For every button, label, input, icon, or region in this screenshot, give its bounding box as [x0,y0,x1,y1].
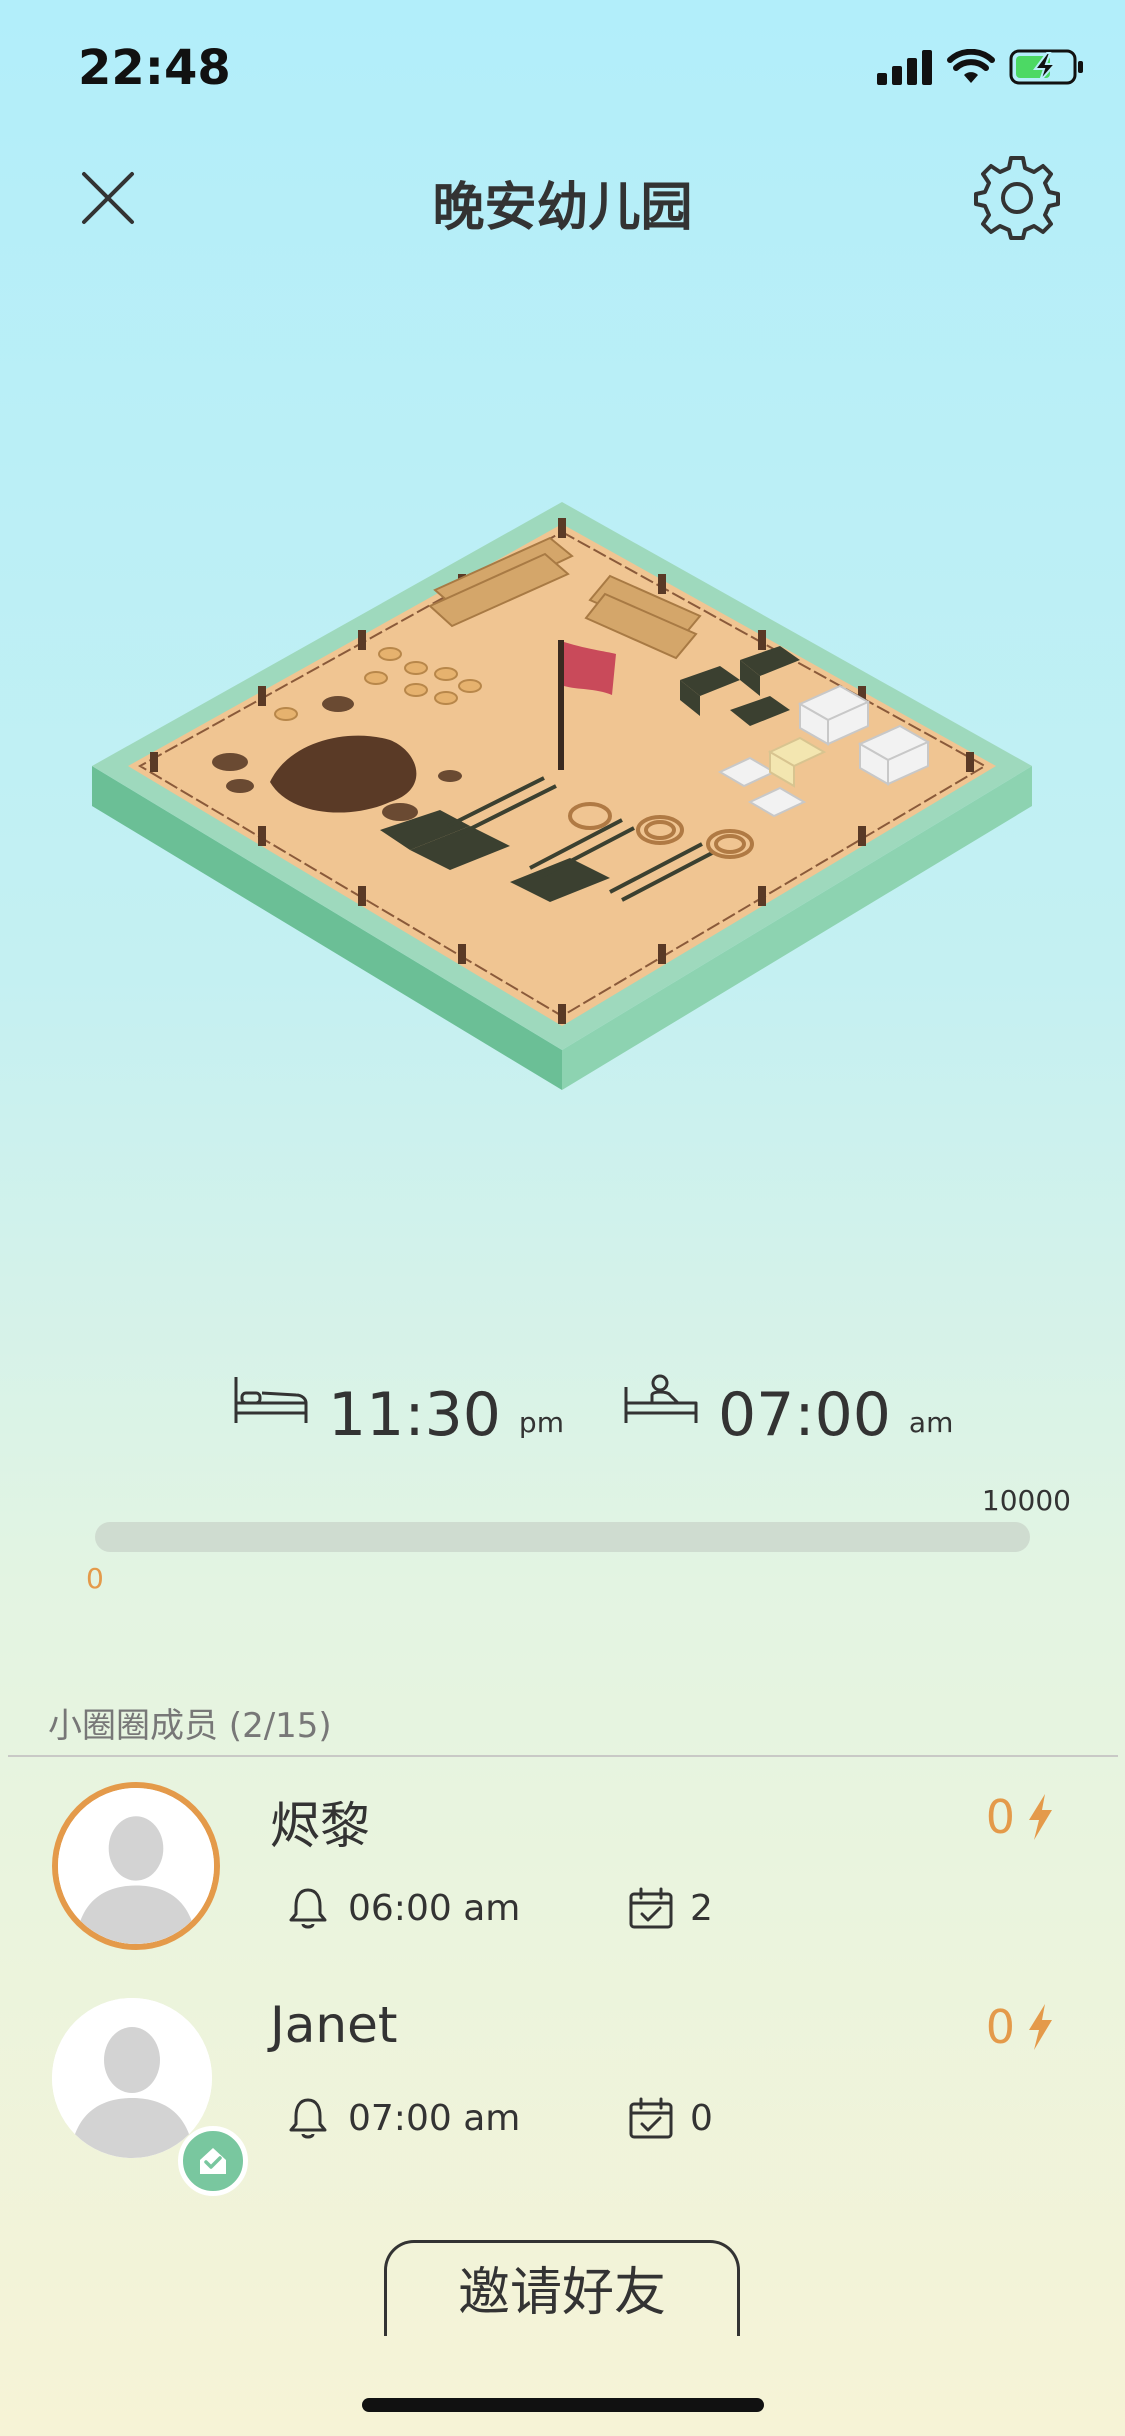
home-indicator [362,2398,764,2412]
member-alarm-time: 06:00 am [348,1887,521,1929]
bedtime-ampm: pm [518,1406,564,1439]
wake-up-icon [624,1374,698,1423]
member-alarm: 06:00 am [288,1886,520,1930]
alarm-bell-icon [289,2098,327,2139]
energy-progress-bar [95,1522,1030,1552]
member-energy-value: 0 [985,2000,1015,2054]
calendar-check-icon [629,2097,673,2139]
member-row[interactable]: 烬黎 06:00 am 2 0 [0,1768,1125,1968]
bed-icon [234,1377,308,1423]
calendar-check-icon [629,1887,673,1929]
member-name: Janet [270,1996,398,2054]
member-checkin: 0 [628,2096,713,2140]
member-name: 烬黎 [270,1797,370,1855]
page-title: 晚安幼儿园 [432,178,693,238]
member-energy: 0 [986,1790,1055,1844]
member-alarm-time: 07:00 am [348,2097,521,2139]
wake-ampm: am [908,1406,954,1439]
settings-button[interactable] [972,152,1062,242]
bedtime-time: 11:30 [328,1380,501,1450]
members-divider [8,1755,1118,1757]
status-time: 22:48 [78,40,231,96]
lightning-icon [1029,2004,1052,2050]
bedtime-display: 11:30 pm [232,1355,564,1445]
default-avatar-icon [52,1998,212,2158]
progress-max-label: 10000 [981,1484,1071,1517]
member-row[interactable]: Janet 07:00 am 0 0 [0,1978,1125,2196]
cellular-signal-icon [877,50,932,85]
kindergarten-island-illustration [90,490,1035,1100]
avatar[interactable] [52,1998,212,2158]
home-check-icon [200,2148,226,2174]
wake-time: 07:00 [718,1380,891,1450]
battery-charging-icon [1009,49,1083,85]
wake-time-display: 07:00 am [622,1355,953,1445]
lightning-icon [1029,1794,1052,1840]
invite-friends-button[interactable]: 邀请好友 [384,2240,740,2336]
member-checkin-count: 2 [690,1887,713,1929]
member-energy-value: 0 [985,1790,1015,1844]
member-checkin-count: 0 [690,2097,713,2139]
home-check-badge [178,2126,248,2196]
status-icons [877,42,1085,92]
gear-icon [974,156,1060,240]
member-checkin: 2 [628,1886,713,1930]
member-energy: 0 [986,2000,1055,2054]
wifi-icon [947,49,995,83]
progress-min-label: 0 [86,1562,104,1595]
member-alarm: 07:00 am [288,2096,520,2140]
default-avatar-icon [58,1788,214,1944]
members-section-title: 小圈圈成员 (2/15) [48,1706,332,1746]
avatar[interactable] [52,1782,220,1950]
alarm-bell-icon [289,1888,327,1929]
